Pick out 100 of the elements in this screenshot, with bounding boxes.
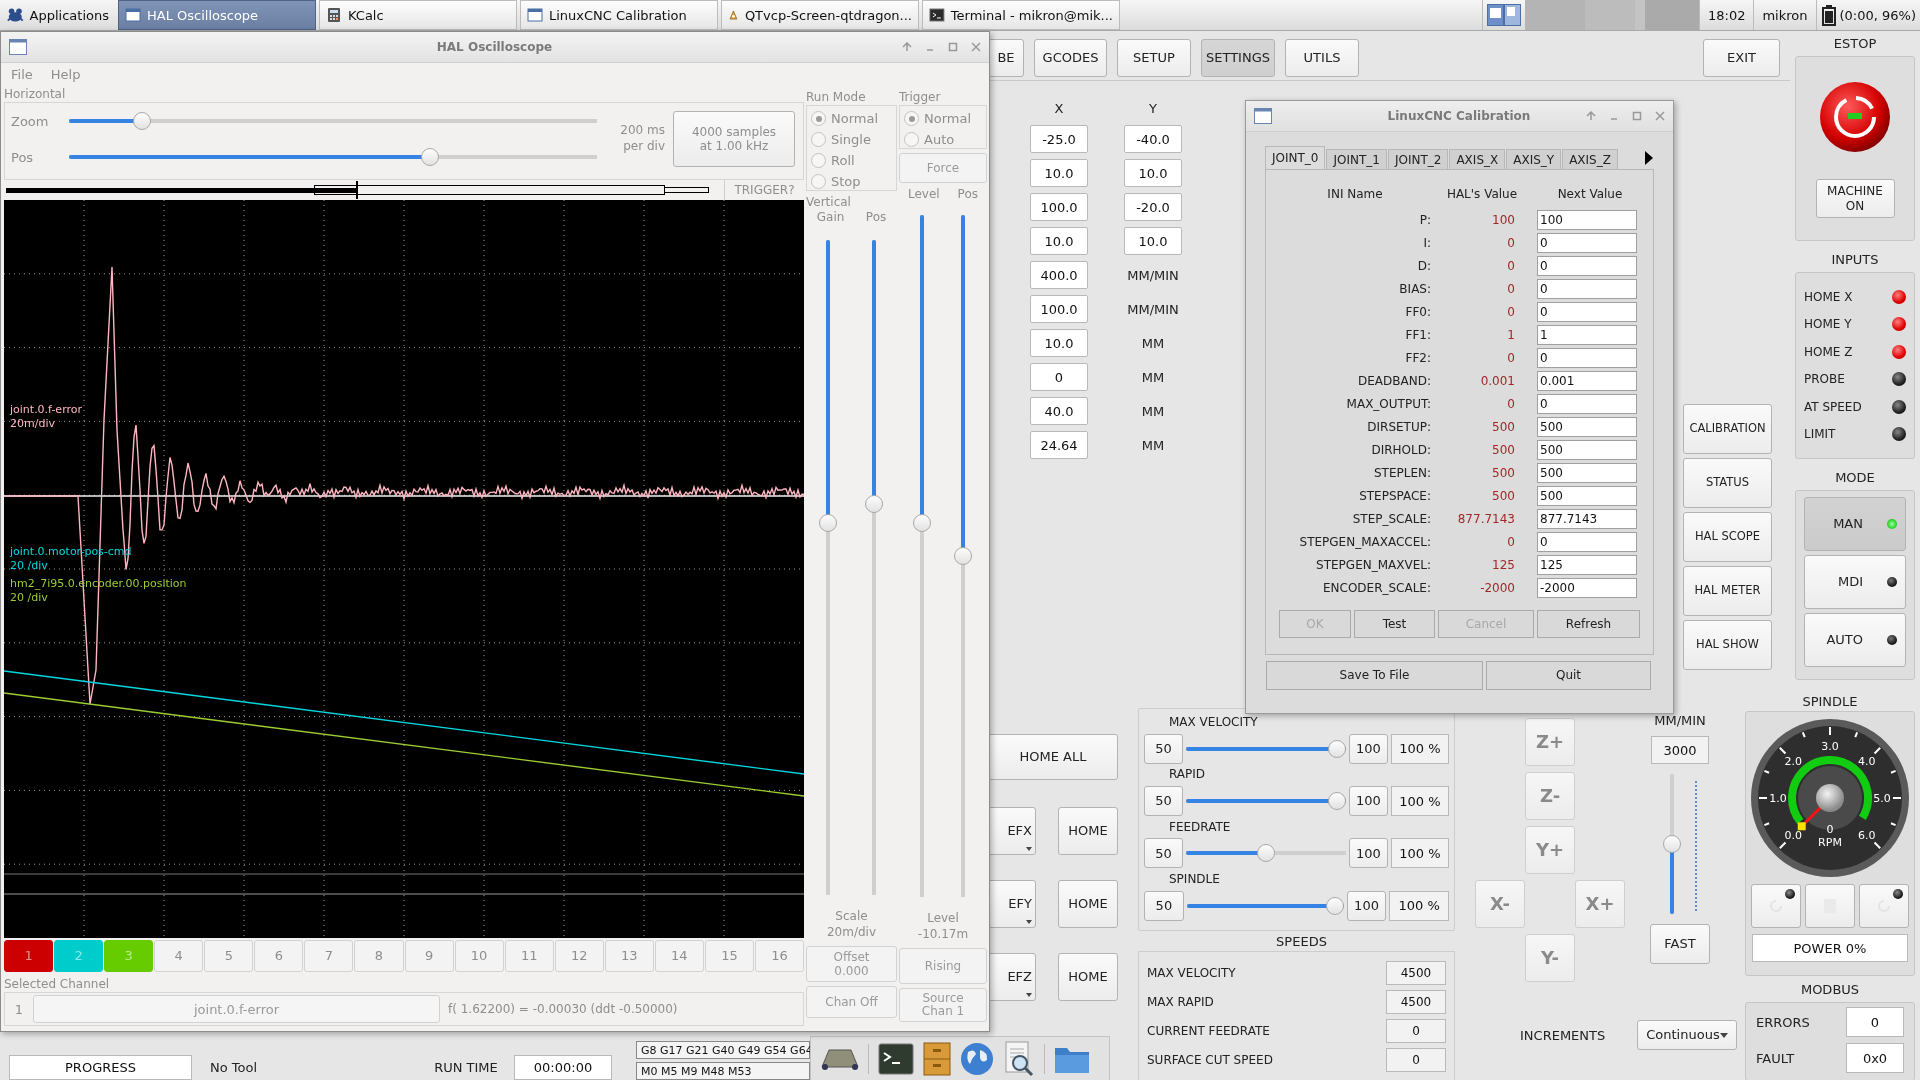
max-button[interactable]: 100: [1348, 838, 1388, 869]
slider-handle[interactable]: [1327, 739, 1346, 758]
document-search-icon[interactable]: [1003, 1040, 1035, 1077]
min-button[interactable]: 50: [1144, 733, 1183, 764]
value-field[interactable]: -25.0: [1030, 125, 1088, 153]
workspace-switcher-icon[interactable]: [1486, 4, 1521, 26]
max-button[interactable]: 100: [1348, 733, 1388, 764]
tool-button[interactable]: HAL METER: [1683, 566, 1772, 616]
value-field[interactable]: 10.0: [1030, 227, 1088, 255]
value-field[interactable]: 40.0: [1030, 397, 1088, 425]
min-button[interactable]: 50: [1144, 890, 1184, 921]
tab-button[interactable]: SETUP: [1117, 39, 1191, 77]
slider-handle[interactable]: [1325, 896, 1344, 915]
tab-button[interactable]: GCODES: [1034, 39, 1107, 77]
next-value-field[interactable]: 100: [1537, 209, 1637, 230]
value-field[interactable]: 400.0: [1030, 261, 1088, 289]
next-value-field[interactable]: 0: [1537, 393, 1637, 414]
reference-button[interactable]: EFY: [988, 880, 1036, 928]
next-value-field[interactable]: 500: [1537, 485, 1637, 506]
taskbar-button[interactable]: Terminal - mikron@mik...: [922, 0, 1120, 30]
scroll-right-icon[interactable]: [1644, 150, 1654, 166]
machine-on-button[interactable]: MACHINE ON: [1815, 179, 1895, 218]
cabinet-icon[interactable]: [923, 1041, 951, 1076]
radio-button[interactable]: [811, 174, 826, 189]
home-all-button[interactable]: HOME ALL: [988, 734, 1118, 780]
tab-button[interactable]: SETTINGS: [1201, 39, 1275, 77]
drive-icon[interactable]: [821, 1046, 859, 1071]
increments-dropdown[interactable]: Continuous: [1637, 1020, 1738, 1050]
slider-handle[interactable]: [1256, 844, 1275, 863]
radio-button[interactable]: [904, 132, 919, 147]
tab[interactable]: AXIS_Y: [1506, 149, 1562, 169]
next-value-field[interactable]: 0: [1537, 232, 1637, 253]
mode-button[interactable]: AUTO: [1804, 613, 1906, 667]
radio-button[interactable]: [904, 111, 919, 126]
value-field[interactable]: 10.0: [1124, 227, 1182, 255]
tool-button[interactable]: HAL SCOPE: [1683, 512, 1772, 562]
tab-button[interactable]: BE: [988, 39, 1024, 77]
next-value-field[interactable]: 500: [1537, 416, 1637, 437]
tool-button[interactable]: HAL SHOW: [1683, 620, 1772, 670]
close-icon[interactable]: [971, 42, 981, 52]
keep-above-icon[interactable]: [1586, 111, 1596, 121]
slider-handle[interactable]: [913, 513, 931, 532]
estop-button[interactable]: [1819, 81, 1891, 153]
mode-button[interactable]: MAN: [1804, 497, 1906, 551]
radio-button[interactable]: [811, 132, 826, 147]
maximize-icon[interactable]: [1632, 111, 1642, 121]
next-value-field[interactable]: 0: [1537, 347, 1637, 368]
dialog-button[interactable]: Quit: [1486, 661, 1651, 690]
next-value-field[interactable]: 0: [1537, 531, 1637, 552]
value-field[interactable]: -40.0: [1124, 125, 1182, 153]
value-field[interactable]: 100.0: [1030, 193, 1088, 221]
tab[interactable]: JOINT_0: [1265, 146, 1326, 169]
rotate-left-button[interactable]: [1751, 884, 1801, 928]
keep-above-icon[interactable]: [902, 42, 912, 52]
fast-button[interactable]: FAST: [1650, 924, 1710, 964]
terminal-icon[interactable]: [878, 1042, 914, 1075]
tab[interactable]: JOINT_2: [1387, 149, 1449, 169]
next-value-field[interactable]: 500: [1537, 439, 1637, 460]
taskbar-button[interactable]: QTvcp-Screen-qtdragon...: [721, 0, 919, 30]
radio-button[interactable]: [811, 153, 826, 168]
next-value-field[interactable]: 125: [1537, 554, 1637, 575]
close-icon[interactable]: [1655, 111, 1665, 121]
value-field[interactable]: 100.0: [1030, 295, 1088, 323]
next-value-field[interactable]: -2000: [1537, 577, 1637, 598]
next-value-field[interactable]: 0.001: [1537, 370, 1637, 391]
tab[interactable]: JOINT_1: [1326, 149, 1387, 169]
min-button[interactable]: 50: [1144, 786, 1183, 817]
taskbar-button[interactable]: LinuxCNC Calibration: [520, 0, 718, 30]
tab-button[interactable]: UTILS: [1285, 39, 1359, 77]
min-button[interactable]: 50: [1144, 838, 1183, 869]
jog-rate-field[interactable]: 3000: [1651, 736, 1709, 764]
next-value-field[interactable]: 0: [1537, 255, 1637, 276]
value-field[interactable]: 10.0: [1030, 329, 1088, 357]
exit-button[interactable]: EXIT: [1703, 39, 1780, 77]
home-button[interactable]: HOME: [1058, 807, 1118, 855]
taskbar-button[interactable]: HAL Oscilloscope: [118, 0, 316, 30]
mode-button[interactable]: MDI: [1804, 555, 1906, 609]
next-value-field[interactable]: 0: [1537, 301, 1637, 322]
tab[interactable]: AXIS_X: [1449, 149, 1506, 169]
next-value-field[interactable]: 0: [1537, 278, 1637, 299]
max-button[interactable]: 100: [1348, 786, 1388, 817]
maximize-icon[interactable]: [948, 42, 958, 52]
value-field[interactable]: -20.0: [1124, 193, 1182, 221]
slider-handle[interactable]: [1327, 792, 1346, 811]
slider-handle[interactable]: [954, 547, 972, 565]
dialog-button[interactable]: Test: [1354, 610, 1435, 638]
globe-icon[interactable]: [960, 1041, 994, 1076]
next-value-field[interactable]: 877.7143: [1537, 508, 1637, 529]
value-field[interactable]: 10.0: [1030, 159, 1088, 187]
slider-handle[interactable]: [132, 112, 151, 130]
dialog-button[interactable]: Save To File: [1266, 661, 1483, 690]
applications-menu[interactable]: Applications: [0, 0, 115, 30]
slider-handle[interactable]: [865, 494, 883, 513]
tab[interactable]: AXIS_Z: [1562, 149, 1618, 169]
value-field[interactable]: 0: [1030, 363, 1088, 391]
reference-button[interactable]: EFZ: [988, 953, 1036, 1001]
home-button[interactable]: HOME: [1058, 953, 1118, 1001]
value-field[interactable]: 10.0: [1124, 159, 1182, 187]
home-button[interactable]: HOME: [1058, 880, 1118, 928]
radio-button[interactable]: [811, 111, 826, 126]
